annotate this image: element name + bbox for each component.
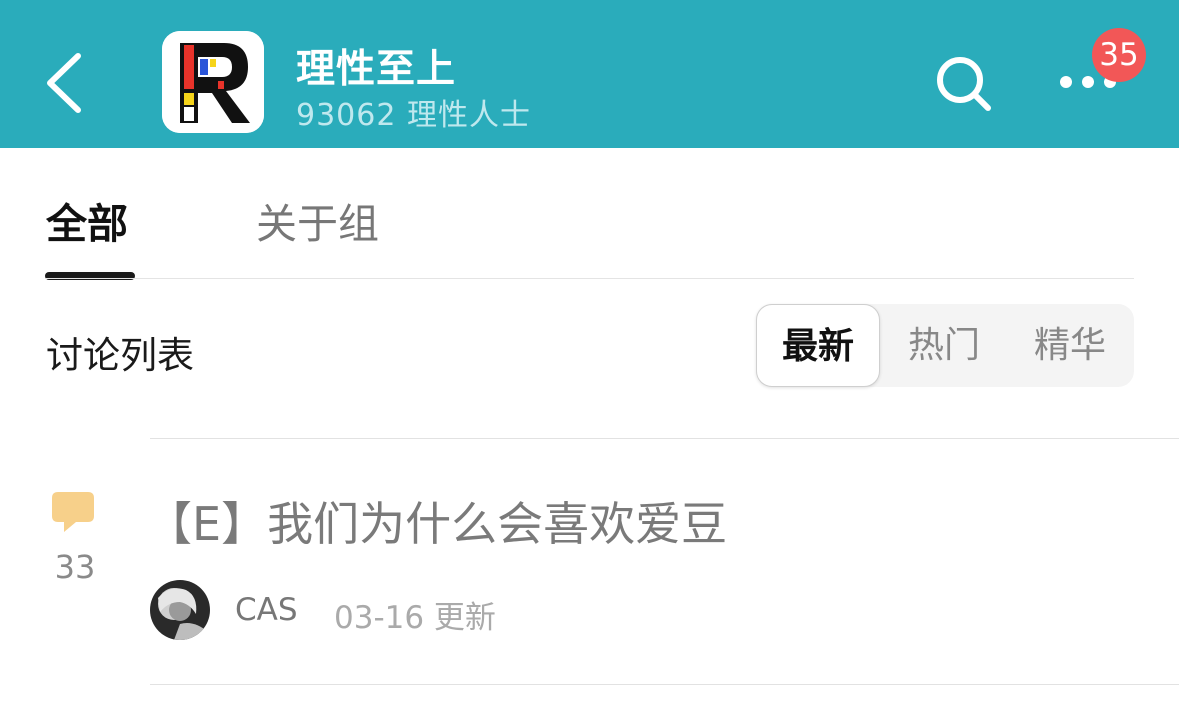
sort-hot-button[interactable]: 热门 [882,304,1006,387]
tab-all[interactable]: 全部 [46,190,128,250]
sort-segmented-control: 最新 热门 精华 [756,304,1134,387]
group-logo[interactable] [162,31,264,133]
updated-time: 03-16 更新 [334,600,496,636]
search-icon [937,57,991,111]
list-divider [150,438,1179,439]
comment-bubble-icon [50,490,96,536]
tab-divider [45,278,1134,279]
sort-featured-button[interactable]: 精华 [1008,304,1132,387]
member-count: 93062 理性人士 [296,98,531,133]
group-title: 理性至上 [296,47,457,92]
post-title[interactable]: 【E】我们为什么会喜欢爱豆 [146,488,727,554]
author-name[interactable]: CAS [235,592,298,628]
group-logo-icon [162,31,264,133]
discussion-list-title: 讨论列表 [46,334,194,377]
header-bar: 理性至上 93062 理性人士 35 [0,0,1179,148]
back-button[interactable] [40,48,90,118]
comment-count: 33 [54,548,96,586]
back-arrow-icon [47,53,81,113]
notification-badge: 35 [1092,28,1146,82]
tab-about-group[interactable]: 关于组 [256,190,379,250]
sort-latest-button[interactable]: 最新 [756,304,880,387]
list-divider [150,684,1179,685]
search-button[interactable] [934,54,992,112]
author-avatar[interactable] [150,580,210,640]
